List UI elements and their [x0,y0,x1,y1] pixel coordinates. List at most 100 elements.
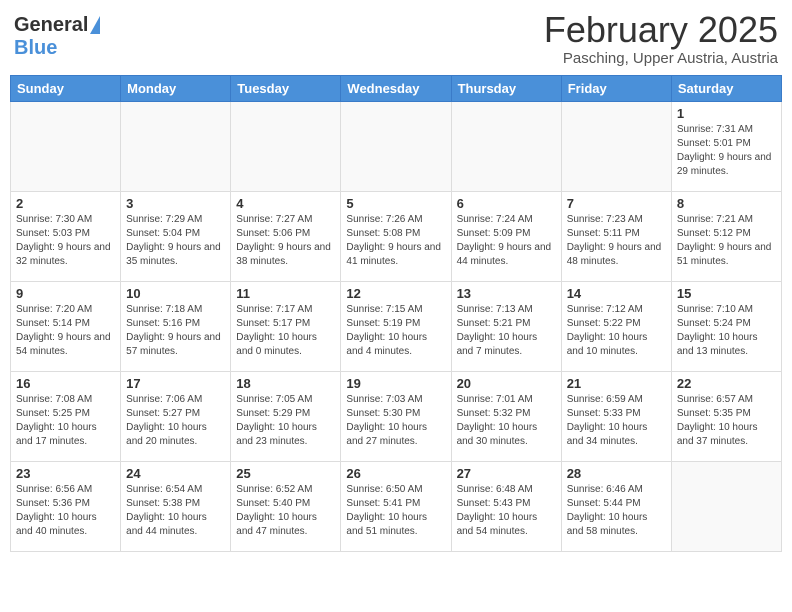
calendar-day-cell: 15Sunrise: 7:10 AM Sunset: 5:24 PM Dayli… [671,281,781,371]
calendar-day-cell [121,101,231,191]
day-info: Sunrise: 7:08 AM Sunset: 5:25 PM Dayligh… [16,393,115,449]
day-number: 20 [457,376,556,391]
weekday-header: Monday [121,75,231,101]
logo-triangle-icon [90,16,100,34]
day-number: 25 [236,466,335,481]
calendar-day-cell: 19Sunrise: 7:03 AM Sunset: 5:30 PM Dayli… [341,371,451,461]
calendar-day-cell: 21 Sunrise: 6:59 AM Sunset: 5:33 PM Dayli… [561,371,671,461]
calendar-day-cell: 18 Sunrise: 7:05 AM Sunset: 5:29 PM Dayli… [231,371,341,461]
day-info: Sunrise: 7:05 AM Sunset: 5:29 PM Dayligh… [236,393,335,449]
day-number: 8 [677,196,776,211]
day-number: 2 [16,196,115,211]
day-info: Sunrise: 6:48 AM Sunset: 5:43 PM Dayligh… [457,483,556,539]
calendar-day-cell: 5Sunrise: 7:26 AM Sunset: 5:08 PM Daylig… [341,191,451,281]
calendar-header-row: SundayMondayTuesdayWednesdayThursdayFrid… [11,75,782,101]
day-number: 22 [677,376,776,391]
day-number: 6 [457,196,556,211]
calendar-day-cell: 1 Sunrise: 7:31 AM Sunset: 5:01 PM Daylig… [671,101,781,191]
day-info: Sunrise: 6:56 AM Sunset: 5:36 PM Dayligh… [16,483,115,539]
calendar-day-cell: 9 Sunrise: 7:20 AM Sunset: 5:14 PM Daylig… [11,281,121,371]
day-info: Sunrise: 6:57 AM Sunset: 5:35 PM Dayligh… [677,393,776,449]
day-number: 21 [567,376,666,391]
day-info: Sunrise: 7:12 AM Sunset: 5:22 PM Dayligh… [567,303,666,359]
calendar-day-cell: 27 Sunrise: 6:48 AM Sunset: 5:43 PM Dayli… [451,461,561,551]
calendar-day-cell: 6 Sunrise: 7:24 AM Sunset: 5:09 PM Daylig… [451,191,561,281]
calendar-day-cell [561,101,671,191]
title-block: February 2025 Pasching, Upper Austria, A… [544,10,778,67]
day-info: Sunrise: 7:17 AM Sunset: 5:17 PM Dayligh… [236,303,335,359]
calendar-day-cell: 10Sunrise: 7:18 AM Sunset: 5:16 PM Dayli… [121,281,231,371]
calendar-week-row: 2 Sunrise: 7:30 AM Sunset: 5:03 PM Daylig… [11,191,782,281]
calendar-day-cell: 28 Sunrise: 6:46 AM Sunset: 5:44 PM Dayli… [561,461,671,551]
day-info: Sunrise: 7:20 AM Sunset: 5:14 PM Dayligh… [16,303,115,359]
month-title: February 2025 [544,10,778,50]
day-info: Sunrise: 7:24 AM Sunset: 5:09 PM Dayligh… [457,213,556,269]
day-number: 4 [236,196,335,211]
day-number: 12 [346,286,445,301]
calendar-day-cell: 22 Sunrise: 6:57 AM Sunset: 5:35 PM Dayli… [671,371,781,461]
calendar-day-cell: 24 Sunrise: 6:54 AM Sunset: 5:38 PM Dayli… [121,461,231,551]
day-info: Sunrise: 6:52 AM Sunset: 5:40 PM Dayligh… [236,483,335,539]
day-info: Sunrise: 7:30 AM Sunset: 5:03 PM Dayligh… [16,213,115,269]
day-info: Sunrise: 6:54 AM Sunset: 5:38 PM Dayligh… [126,483,225,539]
day-number: 9 [16,286,115,301]
calendar-day-cell: 12 Sunrise: 7:15 AM Sunset: 5:19 PM Dayli… [341,281,451,371]
calendar-day-cell: 3 Sunrise: 7:29 AM Sunset: 5:04 PM Daylig… [121,191,231,281]
calendar-day-cell: 4Sunrise: 7:27 AM Sunset: 5:06 PM Daylig… [231,191,341,281]
day-info: Sunrise: 7:31 AM Sunset: 5:01 PM Dayligh… [677,123,776,179]
day-info: Sunrise: 7:23 AM Sunset: 5:11 PM Dayligh… [567,213,666,269]
day-info: Sunrise: 7:10 AM Sunset: 5:24 PM Dayligh… [677,303,776,359]
day-number: 10 [126,286,225,301]
weekday-header: Friday [561,75,671,101]
weekday-header: Tuesday [231,75,341,101]
day-number: 11 [236,286,335,301]
weekday-header: Wednesday [341,75,451,101]
calendar-week-row: 23 Sunrise: 6:56 AM Sunset: 5:36 PM Dayli… [11,461,782,551]
day-info: Sunrise: 7:15 AM Sunset: 5:19 PM Dayligh… [346,303,445,359]
calendar-day-cell: 16 Sunrise: 7:08 AM Sunset: 5:25 PM Dayli… [11,371,121,461]
logo: General Blue [14,10,100,60]
day-number: 17 [126,376,225,391]
calendar-day-cell: 7Sunrise: 7:23 AM Sunset: 5:11 PM Daylig… [561,191,671,281]
calendar-week-row: 16 Sunrise: 7:08 AM Sunset: 5:25 PM Dayli… [11,371,782,461]
day-info: Sunrise: 6:46 AM Sunset: 5:44 PM Dayligh… [567,483,666,539]
calendar-day-cell [231,101,341,191]
day-number: 19 [346,376,445,391]
calendar-day-cell [671,461,781,551]
calendar-day-cell: 25 Sunrise: 6:52 AM Sunset: 5:40 PM Dayli… [231,461,341,551]
day-info: Sunrise: 7:29 AM Sunset: 5:04 PM Dayligh… [126,213,225,269]
day-info: Sunrise: 7:13 AM Sunset: 5:21 PM Dayligh… [457,303,556,359]
day-info: Sunrise: 7:21 AM Sunset: 5:12 PM Dayligh… [677,213,776,269]
day-number: 14 [567,286,666,301]
calendar-day-cell: 17 Sunrise: 7:06 AM Sunset: 5:27 PM Dayli… [121,371,231,461]
calendar-day-cell [451,101,561,191]
day-number: 23 [16,466,115,481]
calendar-table: SundayMondayTuesdayWednesdayThursdayFrid… [10,75,782,552]
day-number: 16 [16,376,115,391]
logo-general-text: General [14,14,88,37]
logo-blue-text: Blue [14,37,57,60]
page-header: General Blue February 2025 Pasching, Upp… [10,10,782,67]
day-number: 24 [126,466,225,481]
day-number: 1 [677,106,776,121]
weekday-header: Saturday [671,75,781,101]
weekday-header: Thursday [451,75,561,101]
calendar-day-cell: 23 Sunrise: 6:56 AM Sunset: 5:36 PM Dayli… [11,461,121,551]
day-info: Sunrise: 7:26 AM Sunset: 5:08 PM Dayligh… [346,213,445,269]
day-number: 18 [236,376,335,391]
calendar-day-cell: 14 Sunrise: 7:12 AM Sunset: 5:22 PM Dayli… [561,281,671,371]
day-info: Sunrise: 6:59 AM Sunset: 5:33 PM Dayligh… [567,393,666,449]
weekday-header: Sunday [11,75,121,101]
day-info: Sunrise: 7:01 AM Sunset: 5:32 PM Dayligh… [457,393,556,449]
day-number: 27 [457,466,556,481]
day-number: 3 [126,196,225,211]
location: Pasching, Upper Austria, Austria [544,50,778,67]
calendar-week-row: 9 Sunrise: 7:20 AM Sunset: 5:14 PM Daylig… [11,281,782,371]
calendar-day-cell [11,101,121,191]
day-info: Sunrise: 6:50 AM Sunset: 5:41 PM Dayligh… [346,483,445,539]
day-number: 26 [346,466,445,481]
calendar-day-cell: 26 Sunrise: 6:50 AM Sunset: 5:41 PM Dayli… [341,461,451,551]
day-info: Sunrise: 7:06 AM Sunset: 5:27 PM Dayligh… [126,393,225,449]
day-number: 28 [567,466,666,481]
calendar-day-cell: 2 Sunrise: 7:30 AM Sunset: 5:03 PM Daylig… [11,191,121,281]
